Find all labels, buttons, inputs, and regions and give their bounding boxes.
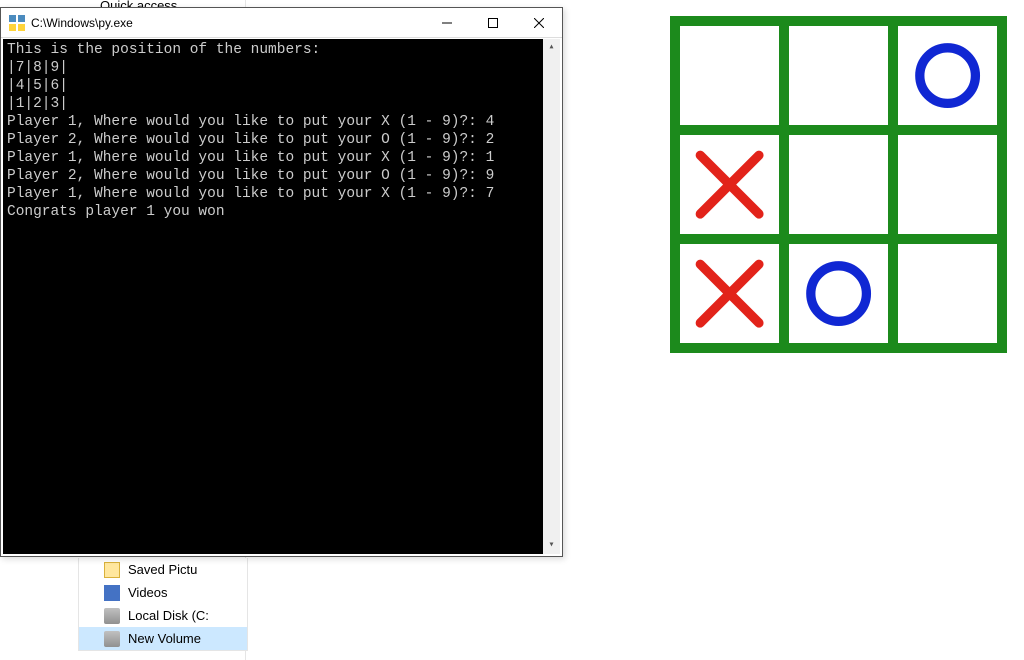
board-cell-9[interactable] [898, 244, 997, 343]
board-cell-1[interactable] [680, 26, 779, 125]
vertical-scrollbar[interactable]: ▴ ▾ [543, 39, 560, 554]
board-cell-8[interactable] [789, 244, 888, 343]
title-bar[interactable]: C:\Windows\py.exe [1, 8, 562, 38]
board-cell-7[interactable] [680, 244, 779, 343]
explorer-sidebar-list: Saved Pictu Videos Local Disk (C: New Volum… [78, 558, 248, 651]
explorer-item-label: New Volume [128, 631, 201, 646]
explorer-item[interactable]: Videos [79, 581, 247, 604]
video-icon [104, 585, 120, 601]
folder-icon [104, 562, 120, 578]
board-cell-5[interactable] [789, 135, 888, 234]
explorer-item-label: Videos [128, 585, 168, 600]
scroll-track[interactable] [543, 56, 560, 537]
tictactoe-board [670, 16, 1007, 353]
board-cell-2[interactable] [789, 26, 888, 125]
explorer-item[interactable]: Saved Pictu [79, 558, 247, 581]
explorer-item-label: Local Disk (C: [128, 608, 209, 623]
explorer-item[interactable]: Local Disk (C: [79, 604, 247, 627]
vol-icon [104, 631, 120, 647]
app-icon [9, 15, 25, 31]
scroll-down-arrow[interactable]: ▾ [543, 537, 560, 554]
window-controls [424, 8, 562, 37]
disk-icon [104, 608, 120, 624]
console-output: This is the position of the numbers: |7|… [3, 39, 543, 554]
scroll-up-arrow[interactable]: ▴ [543, 39, 560, 56]
close-button[interactable] [516, 8, 562, 37]
window-title: C:\Windows\py.exe [31, 16, 424, 30]
board-cell-6[interactable] [898, 135, 997, 234]
board-cell-4[interactable] [680, 135, 779, 234]
console-window: C:\Windows\py.exe This is the position o… [0, 7, 563, 557]
minimize-button[interactable] [424, 8, 470, 37]
console-body: This is the position of the numbers: |7|… [3, 39, 560, 554]
explorer-item-label: Saved Pictu [128, 562, 197, 577]
board-cell-3[interactable] [898, 26, 997, 125]
tictactoe-window [670, 16, 1007, 353]
explorer-item[interactable]: New Volume [79, 627, 247, 650]
maximize-button[interactable] [470, 8, 516, 37]
